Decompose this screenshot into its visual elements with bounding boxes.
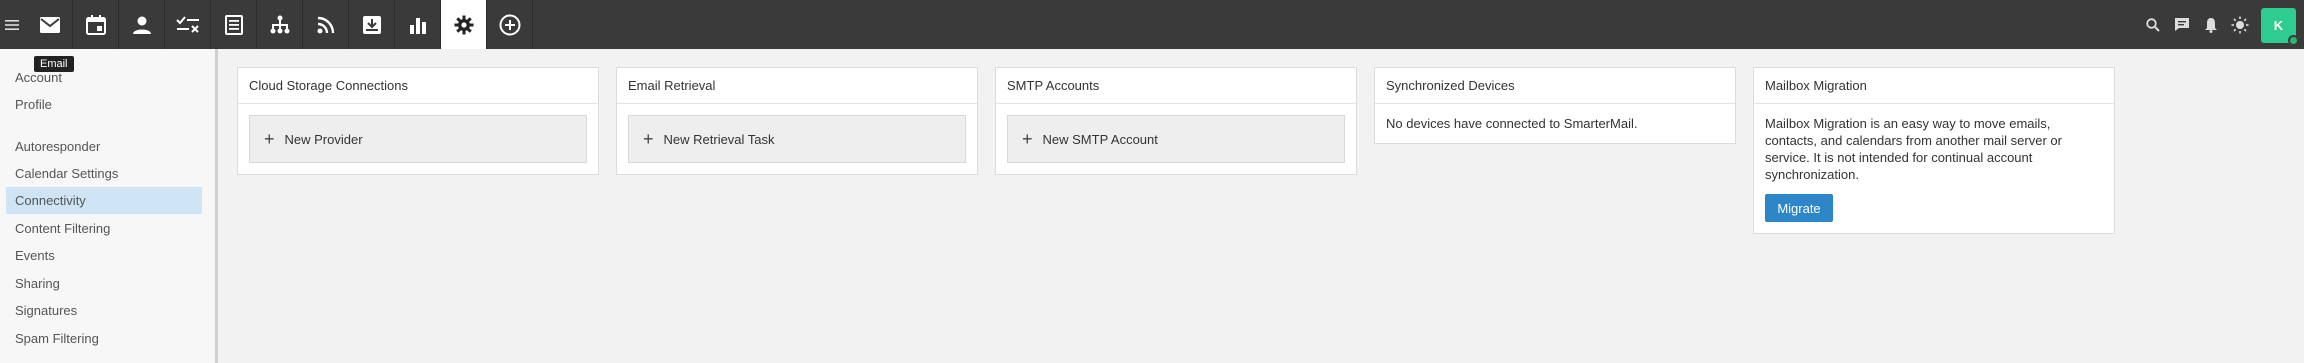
sidebar-item-sharing[interactable]: Sharing	[6, 270, 202, 297]
bar-chart-icon[interactable]	[395, 0, 441, 49]
sidebar-item-autoresponder[interactable]: Autoresponder	[6, 133, 202, 160]
new-provider-button[interactable]: + New Provider	[249, 115, 587, 163]
tooltip: Email	[34, 56, 74, 72]
rss-icon[interactable]	[303, 0, 349, 49]
settings-sidebar: Account Profile Autoresponder Calendar S…	[0, 49, 218, 363]
search-icon[interactable]	[2138, 0, 2167, 49]
sidebar-item-spam-filtering[interactable]: Spam Filtering	[6, 325, 202, 352]
smtp-accounts-card: SMTP Accounts + New SMTP Account	[995, 67, 1357, 175]
calendar-icon[interactable]	[73, 0, 119, 49]
sidebar-item-calendar-settings[interactable]: Calendar Settings	[6, 160, 202, 187]
bell-icon[interactable]	[2196, 0, 2225, 49]
gear-icon[interactable]	[441, 0, 487, 49]
card-title: Cloud Storage Connections	[238, 68, 598, 104]
sidebar-item-connectivity[interactable]: Connectivity	[6, 187, 202, 214]
button-label: New SMTP Account	[1042, 131, 1158, 147]
hamburger-icon[interactable]	[0, 0, 24, 49]
card-title: Mailbox Migration	[1754, 68, 2114, 104]
card-title: SMTP Accounts	[996, 68, 1356, 104]
brightness-icon[interactable]	[2225, 0, 2254, 49]
add-circle-icon[interactable]	[487, 0, 533, 49]
button-label: New Provider	[284, 131, 363, 147]
email-retrieval-card: Email Retrieval + New Retrieval Task	[616, 67, 978, 175]
tasks-icon[interactable]	[165, 0, 211, 49]
file-tree-icon[interactable]	[257, 0, 303, 49]
main-content: Cloud Storage Connections + New Provider…	[221, 49, 2304, 363]
avatar[interactable]: K	[2261, 8, 2299, 46]
top-bar: K	[0, 0, 2304, 49]
sidebar-item-signatures[interactable]: Signatures	[6, 297, 202, 324]
migrate-button[interactable]: Migrate	[1765, 194, 1833, 222]
synchronized-devices-card: Synchronized Devices No devices have con…	[1374, 67, 1736, 144]
plus-icon: +	[1022, 129, 1033, 149]
chat-icon[interactable]	[2167, 0, 2196, 49]
topbar-actions	[2138, 0, 2254, 49]
migration-description: Mailbox Migration is an easy way to move…	[1765, 116, 2062, 182]
sidebar-item-profile[interactable]: Profile	[6, 91, 202, 118]
online-status-dot	[2288, 35, 2299, 46]
sidebar-item-events[interactable]: Events	[6, 242, 202, 269]
notes-icon[interactable]	[211, 0, 257, 49]
app-nav	[27, 0, 533, 49]
inbox-download-icon[interactable]	[349, 0, 395, 49]
plus-icon: +	[643, 129, 654, 149]
contacts-icon[interactable]	[119, 0, 165, 49]
plus-icon: +	[264, 129, 275, 149]
cloud-storage-card: Cloud Storage Connections + New Provider	[237, 67, 599, 175]
devices-empty-text: No devices have connected to SmarterMail…	[1386, 116, 1638, 131]
mail-icon[interactable]	[27, 0, 73, 49]
avatar-initial: K	[2273, 18, 2284, 33]
mailbox-migration-card: Mailbox Migration Mailbox Migration is a…	[1753, 67, 2115, 234]
sidebar-item-content-filtering[interactable]: Content Filtering	[6, 215, 202, 242]
new-retrieval-task-button[interactable]: + New Retrieval Task	[628, 115, 966, 163]
new-smtp-account-button[interactable]: + New SMTP Account	[1007, 115, 1345, 163]
card-title: Synchronized Devices	[1375, 68, 1735, 104]
card-title: Email Retrieval	[617, 68, 977, 104]
button-label: New Retrieval Task	[663, 131, 775, 147]
